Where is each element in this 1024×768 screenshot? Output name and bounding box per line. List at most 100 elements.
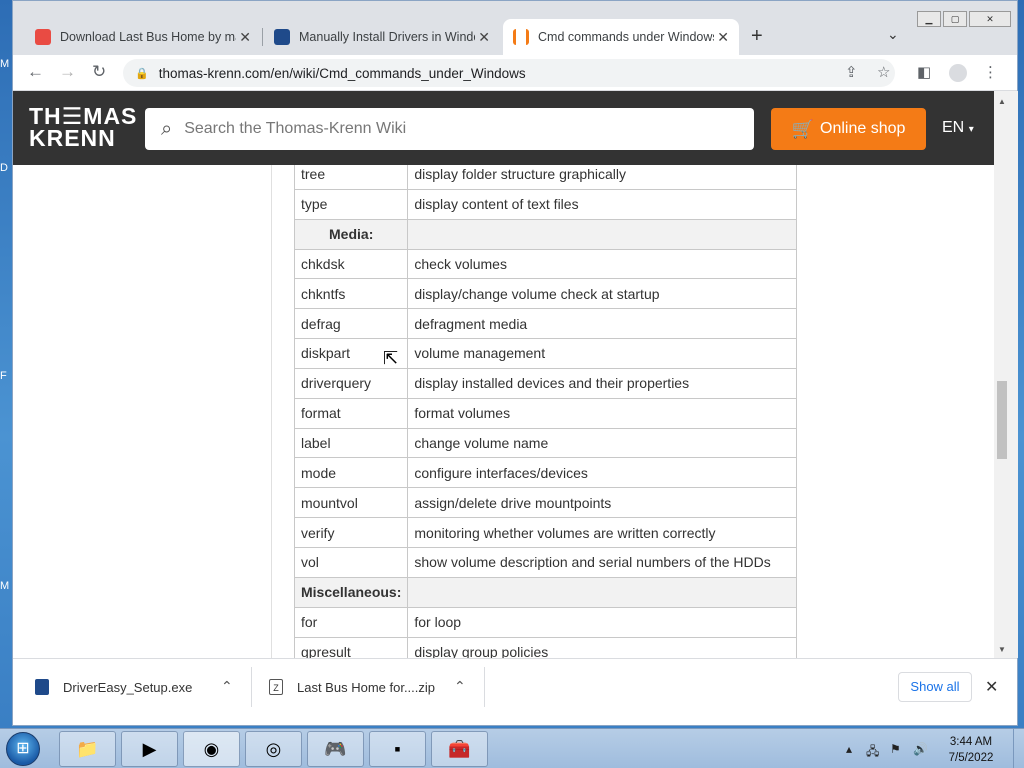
- download-item[interactable]: Z Last Bus Home for....zip: [269, 679, 435, 695]
- command-cell: mode: [293, 457, 409, 489]
- description-cell: display installed devices and their prop…: [407, 367, 798, 399]
- command-cell: format: [293, 397, 409, 429]
- maximize-icon[interactable]: ▢: [943, 11, 967, 27]
- back-icon[interactable]: ←: [27, 62, 44, 82]
- description-cell: assign/delete drive mountpoints: [407, 487, 798, 519]
- driver-app-icon[interactable]: ◎: [245, 731, 302, 767]
- share-icon[interactable]: ⇪: [845, 63, 858, 81]
- network-icon[interactable]: 🖧: [866, 742, 879, 763]
- description-cell: show volume description and serial numbe…: [407, 546, 798, 578]
- scroll-down-icon[interactable]: ▼: [998, 645, 1006, 654]
- description-cell: display content of text files: [407, 188, 798, 220]
- download-divider: [251, 667, 252, 707]
- description-cell: check volumes: [407, 248, 798, 280]
- address-bar[interactable]: 🔒 thomas-krenn.com/en/wiki/Cmd_commands_…: [123, 59, 895, 87]
- desktop-icon-label: M: [0, 58, 10, 70]
- table-row: tree display folder structure graphically: [293, 165, 798, 190]
- command-cell: driverquery: [293, 367, 409, 399]
- table-row: mountvol assign/delete drive mountpoints: [293, 487, 798, 519]
- table-row: chkdsk check volumes: [293, 248, 798, 280]
- drivereasy-icon: [274, 29, 290, 45]
- toolbox-icon[interactable]: 🧰: [431, 731, 488, 767]
- close-icon[interactable]: ✕: [478, 29, 490, 46]
- new-tab-icon[interactable]: +: [751, 25, 763, 48]
- cmd-icon[interactable]: ▪: [369, 731, 426, 767]
- commands-table: tree display folder structure graphically…: [293, 165, 798, 658]
- show-all-button[interactable]: Show all: [898, 672, 972, 702]
- game-app-icon[interactable]: 🎮: [307, 731, 364, 767]
- description-cell: [407, 576, 798, 608]
- close-icon[interactable]: ✕: [239, 29, 251, 46]
- show-desktop-button[interactable]: [1013, 729, 1024, 768]
- clock-date: 7/5/2022: [948, 752, 994, 764]
- clock-time: 3:44 AM: [949, 736, 993, 748]
- menu-kebab-icon[interactable]: ⋮: [983, 63, 998, 81]
- table-row: vol show volume description and serial nu…: [293, 546, 798, 578]
- online-shop-button[interactable]: 🛒 Online shop: [771, 108, 926, 150]
- desktop-icon-label: F: [0, 370, 7, 382]
- bookmark-star-icon[interactable]: ☆: [877, 63, 890, 81]
- shop-label: Online shop: [820, 120, 906, 137]
- chevron-up-icon[interactable]: ⌃: [221, 678, 233, 695]
- command-cell: gpresult: [293, 636, 409, 658]
- table-row: mode configure interfaces/devices: [293, 457, 798, 489]
- tab-title: Cmd commands under Windows: [538, 30, 714, 44]
- profile-avatar-icon[interactable]: [949, 64, 967, 82]
- download-item[interactable]: DriverEasy_Setup.exe: [35, 679, 192, 695]
- logo-line1: TH☰MAS: [29, 103, 138, 129]
- tab-manually-install-drivers[interactable]: Manually Install Drivers in Windo ✕: [264, 19, 500, 55]
- command-cell: chkdsk: [293, 248, 409, 280]
- url-text: thomas-krenn.com/en/wiki/Cmd_commands_un…: [158, 65, 526, 81]
- chevron-up-icon[interactable]: ⌃: [454, 678, 466, 695]
- reload-icon[interactable]: ↻: [92, 62, 106, 82]
- scrollbar-thumb[interactable]: [997, 381, 1007, 459]
- command-cell: verify: [293, 517, 409, 548]
- flag-icon[interactable]: ⚑: [890, 742, 901, 756]
- table-row: type display content of text files: [293, 188, 798, 220]
- lock-icon: 🔒: [135, 67, 149, 80]
- windows-start-icon[interactable]: ⊞: [6, 732, 40, 766]
- scroll-up-icon[interactable]: ▲: [998, 97, 1006, 106]
- desktop-icon-label: M: [0, 580, 10, 592]
- explorer-icon[interactable]: 📁: [59, 731, 116, 767]
- side-panel-icon[interactable]: ◧: [917, 63, 931, 81]
- command-cell: mountvol: [293, 487, 409, 519]
- chrome-icon[interactable]: ◉: [183, 731, 240, 767]
- description-cell: volume management: [407, 338, 798, 369]
- drivereasy-file-icon: [35, 679, 49, 695]
- chevron-down-icon[interactable]: ⌄: [887, 26, 899, 43]
- table-row: label change volume name: [293, 427, 798, 459]
- description-cell: format volumes: [407, 397, 798, 429]
- download-filename: Last Bus Home for....zip: [297, 679, 436, 695]
- tab-cmd-commands[interactable]: Cmd commands under Windows ✕: [503, 19, 739, 55]
- thomas-krenn-logo[interactable]: TH☰MAS KRENN: [29, 103, 138, 150]
- volume-icon[interactable]: 🔊: [913, 742, 928, 756]
- table-row: verify monitoring whether volumes are wri…: [293, 517, 798, 548]
- table-row: chkntfs display/change volume check at st…: [293, 278, 798, 310]
- thomas-krenn-icon: [513, 29, 529, 45]
- command-cell: for: [293, 606, 409, 638]
- window-close-icon[interactable]: ✕: [969, 11, 1011, 27]
- system-clock[interactable]: 3:44 AM 7/5/2022: [940, 734, 1002, 766]
- forward-icon[interactable]: →: [59, 62, 76, 82]
- command-cell: tree: [293, 165, 409, 190]
- desktop-icon-label: D: [0, 162, 8, 174]
- tab-strip: Download Last Bus Home by maj ✕ Manually…: [13, 1, 1017, 55]
- page-scrollbar[interactable]: ▲ ▼: [994, 91, 1018, 658]
- description-cell: [407, 218, 798, 250]
- close-icon[interactable]: ✕: [985, 677, 998, 697]
- tray-expand-icon[interactable]: ▴: [846, 742, 852, 756]
- browser-window: Download Last Bus Home by maj ✕ Manually…: [12, 0, 1018, 726]
- close-icon[interactable]: ✕: [717, 29, 729, 46]
- page-content: tree display folder structure graphically…: [13, 165, 994, 658]
- tab-divider: [262, 28, 263, 46]
- tab-title: Download Last Bus Home by maj: [60, 30, 236, 44]
- language-selector[interactable]: EN ▾: [942, 119, 974, 137]
- wiki-search-input[interactable]: ⌕ Search the Thomas-Krenn Wiki: [145, 108, 754, 150]
- command-cell: type: [293, 188, 409, 220]
- table-section-header: Media:: [293, 218, 798, 250]
- command-cell: Miscellaneous:: [293, 576, 409, 608]
- media-player-icon[interactable]: ▶: [121, 731, 178, 767]
- minimize-icon[interactable]: ▁: [917, 11, 941, 27]
- tab-last-bus-home[interactable]: Download Last Bus Home by maj ✕: [25, 19, 261, 55]
